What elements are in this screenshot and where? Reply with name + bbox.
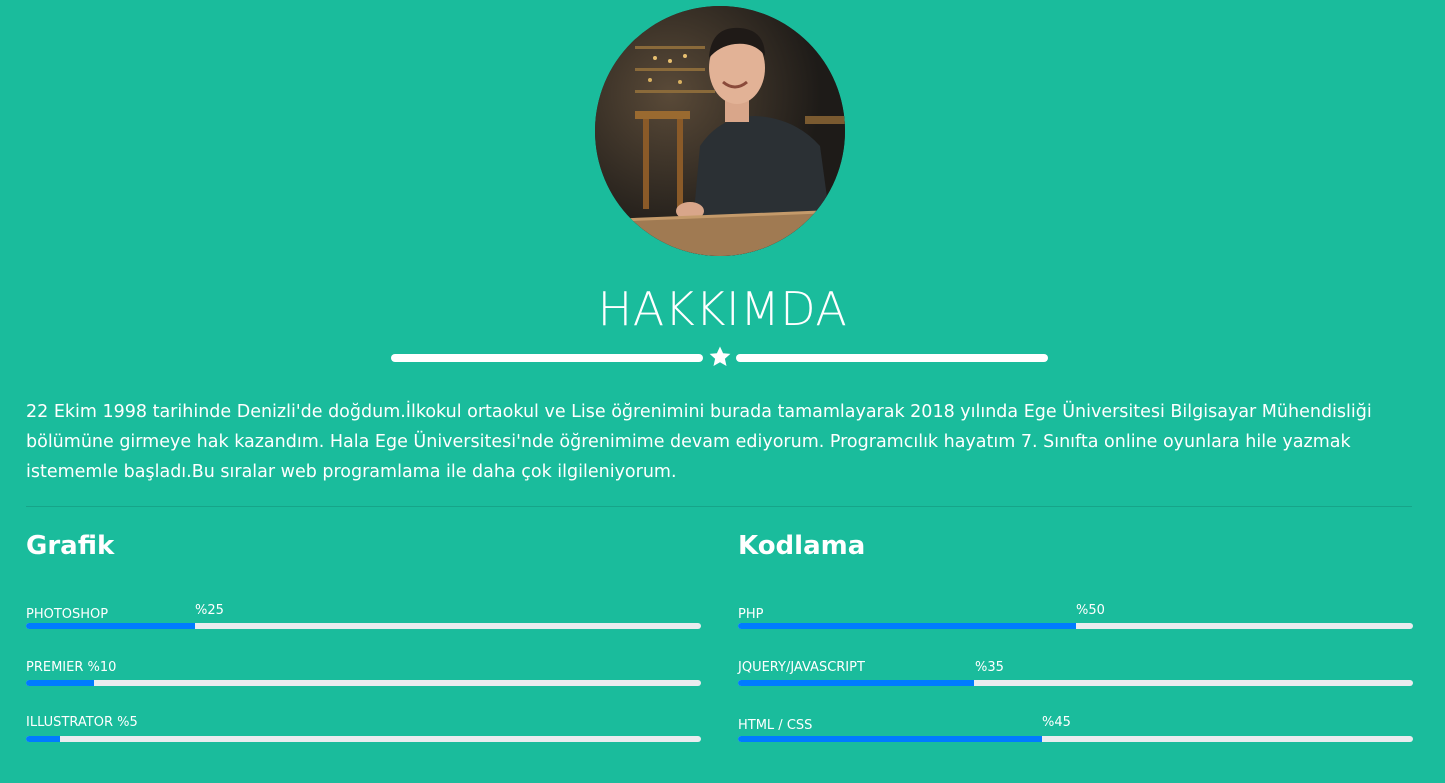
progress-track [26,623,701,629]
skill-label: JQUERY/JAVASCRIPT [738,660,865,675]
skill-jquery-javascript: JQUERY/JAVASCRIPT %35 [738,653,1413,693]
skill-html-css: HTML / CSS %45 [738,709,1413,749]
skill-label: HTML / CSS [738,718,813,733]
kodlama-heading: Kodlama [738,531,866,561]
skill-percent: %35 [975,660,1004,675]
skill-percent: %25 [195,603,224,618]
skill-illustrator: ILLUSTRATOR %5 [26,709,701,749]
progress-track [738,623,1413,629]
progress-fill [26,623,195,629]
skill-photoshop: PHOTOSHOP %25 [26,600,701,640]
about-paragraph: 22 Ekim 1998 tarihinde Denizli'de doğdum… [26,402,1372,482]
skill-label: PHP [738,607,764,622]
progress-fill [26,736,60,742]
skill-label: PHOTOSHOP [26,607,109,622]
skill-percent: %45 [1042,715,1071,730]
skill-label: ILLUSTRATOR %5 [26,715,138,730]
progress-fill [738,680,975,686]
star-icon [709,346,731,366]
skill-premier: PREMIER %10 [26,653,701,693]
progress-track [26,736,701,742]
section-divider [26,506,1412,507]
profile-photo [595,6,845,256]
divider-line-left [391,354,703,362]
progress-track [738,680,1413,686]
progress-track [738,736,1413,742]
page-title: HAKKIMDA [597,282,848,336]
progress-fill [738,623,1076,629]
grafik-heading: Grafik [26,531,115,561]
progress-fill [26,680,94,686]
about-page: HAKKIMDA 22 Ekim 1998 tarihinde Denizli'… [0,0,1445,783]
skill-percent: %50 [1076,603,1105,618]
skill-label: PREMIER %10 [26,660,117,675]
progress-track [26,680,701,686]
progress-fill [738,736,1042,742]
divider-line-right [736,354,1048,362]
skill-php: PHP %50 [738,600,1413,640]
